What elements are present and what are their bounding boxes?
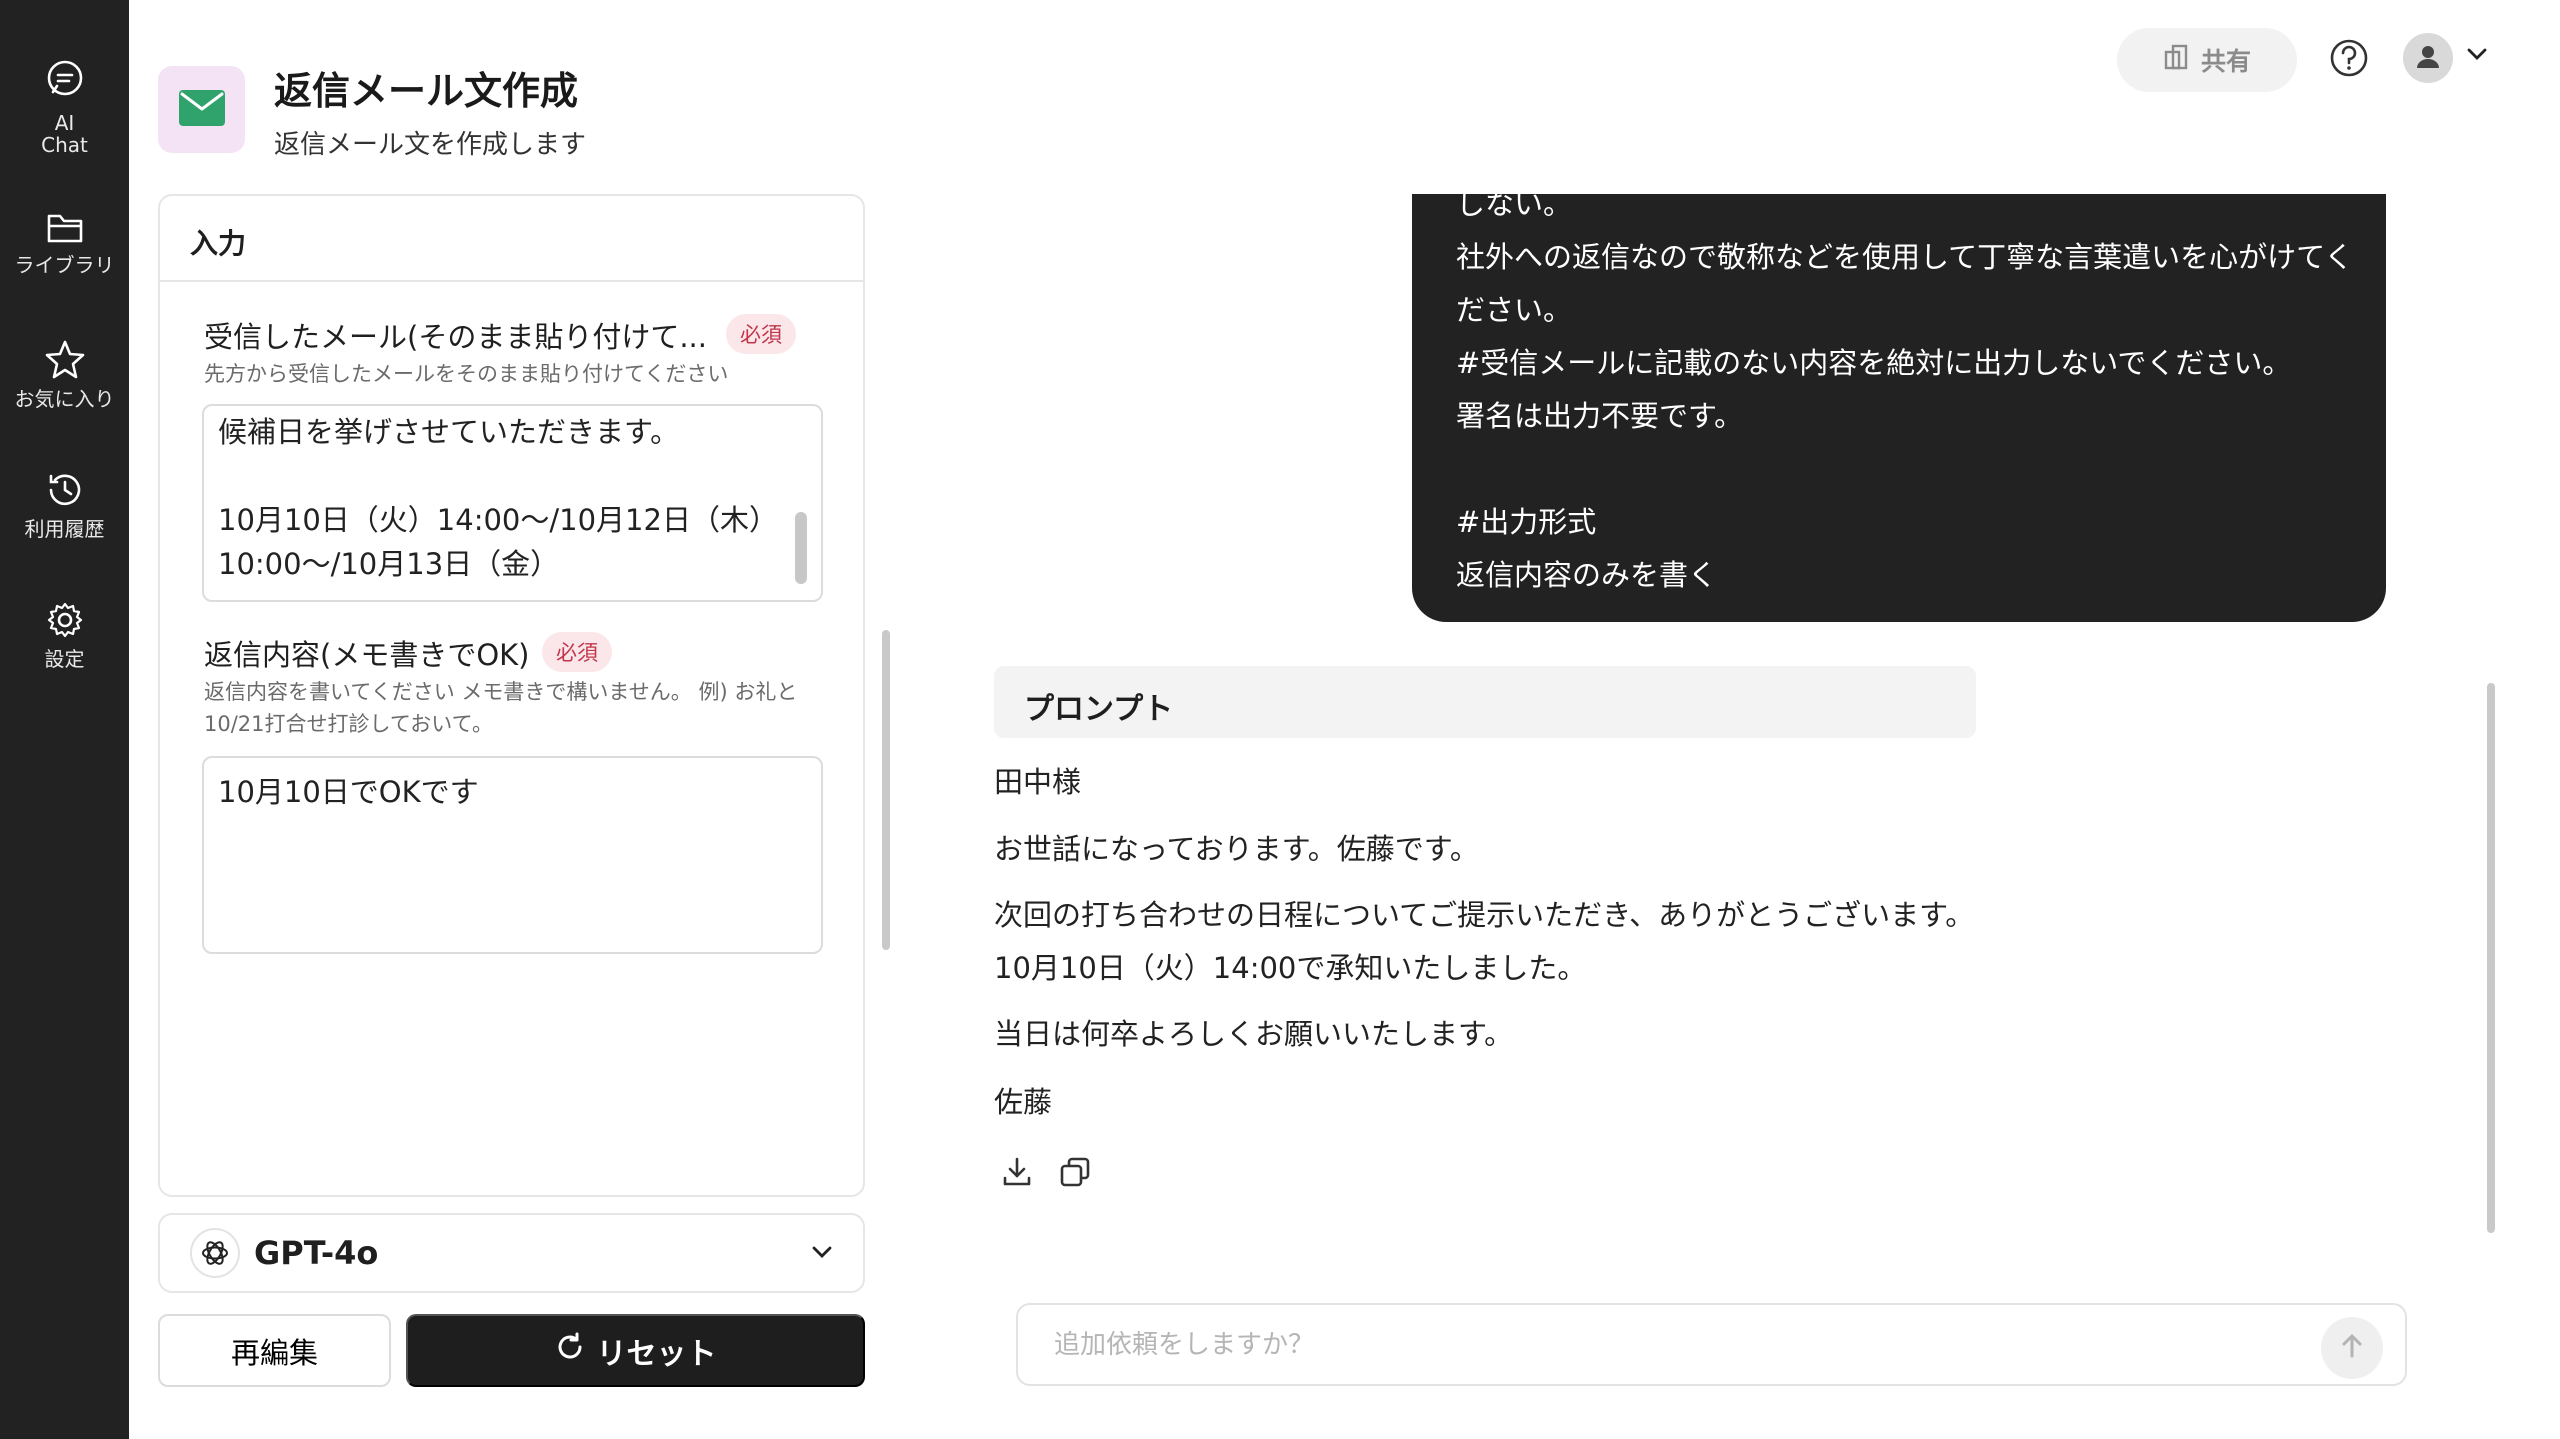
message-line: #出力形式 [1456,505,1597,539]
sidebar-label-line: Chat [41,133,88,157]
share-label: 共有 [2200,47,2251,76]
reply-content-hint: 返信内容を書いてください メモ書きで構いません。 例) お礼と 10/21打合せ… [204,676,797,740]
response-body-line: 10月10日（火）14:00で承知いたしました。 [994,951,1587,985]
received-mail-label: 受信したメール(そのまま貼り付けて... [204,320,707,354]
sidebar-item-label: 利用履歴 [24,517,105,541]
star-icon [0,338,129,380]
help-icon[interactable] [2329,38,2369,82]
history-icon [0,470,129,510]
share-button[interactable]: 共有 [2117,28,2297,92]
textarea-value: 10月10日でOKです [218,775,479,809]
reset-button[interactable]: リセット [406,1314,865,1387]
sidebar-item-ai-chat[interactable]: AI Chat [0,58,129,156]
reply-content-label: 返信内容(メモ書きでOK) [204,638,530,672]
mail-icon [178,89,225,130]
sidebar-label-line: AI [54,111,75,135]
gear-icon [0,600,129,640]
page-title: 返信メール文作成 [274,69,579,113]
required-badge: 必須 [542,632,612,672]
chevron-down-icon[interactable] [2466,46,2488,65]
response-greeting: 田中様 [994,765,1082,799]
app-icon [158,66,245,153]
reedit-button[interactable]: 再編集 [158,1314,391,1387]
message-line: ださい。 [1456,293,1573,327]
required-badge: 必須 [726,314,796,354]
response-closing: 当日は何卒よろしくお願いいたします。 [994,1017,1514,1051]
sidebar-item-history[interactable]: 利用履歴 [0,470,129,540]
openai-logo-icon [190,1228,240,1278]
composer [1016,1303,2407,1386]
chevron-down-icon [811,1244,833,1263]
message-line [1456,443,2342,496]
model-select[interactable]: GPT-4o [158,1213,865,1293]
copy-icon[interactable] [1058,1155,1092,1193]
sidebar-item-label: 設定 [44,647,85,671]
chat-icon [0,58,129,98]
textarea-line: 10月10日（火）14:00〜/10月12日（木） [218,503,778,537]
sidebar-item-label: お気に入り [14,387,115,411]
textarea-blank-line [218,454,807,498]
page-subtitle: 返信メール文を作成します [274,130,587,160]
user-icon [2415,43,2441,73]
scrollbar[interactable] [2487,683,2495,1233]
send-button[interactable] [2321,1317,2383,1379]
refresh-icon [555,1332,585,1370]
message-line: #受信メールに記載のない内容を絶対に出力しないでください。 [1456,346,2292,380]
sidebar-item-label: AI Chat [0,112,129,156]
reply-content-textarea[interactable]: 10月10日でOKです [202,756,823,954]
message-line: 返信内容のみを書く [1456,558,1718,592]
folder-icon [0,210,129,246]
model-name: GPT-4o [254,1234,379,1272]
scrollbar[interactable] [882,630,890,950]
message-line: 社外への返信なので敬称などを使用して丁寧な言葉遣いを心がけてく [1456,240,2354,274]
sidebar-item-label: ライブラリ [14,253,115,277]
response-intro: お世話になっております。佐藤です。 [994,832,1479,866]
sidebar: AI Chat ライブラリ お気に入り 利用履歴 設定 [0,0,129,1439]
message-line: 署名は出力不要です。 [1456,399,1744,433]
textarea-line: 10:00〜/10月13日（金） [218,547,560,581]
prompt-header: プロンプト [994,666,1976,738]
sidebar-item-settings[interactable]: 設定 [0,600,129,670]
sidebar-item-favorites[interactable]: お気に入り [0,338,129,410]
reset-label: リセット [596,1337,717,1371]
received-mail-textarea[interactable]: 候補日を挙げさせていただきます。 10月10日（火）14:00〜/10月12日（… [202,404,823,602]
received-mail-hint: 先方から受信したメールをそのまま貼り付けてください [204,362,729,386]
input-panel: 入力 受信したメール(そのまま貼り付けて... 必須 先方から受信したメールをそ… [158,194,865,1197]
response-body-line: 次回の打ち合わせの日程についてご提示いただき、ありがとうございます。 [994,898,1975,932]
input-panel-title: 入力 [160,196,863,282]
hint-line: 10/21打合せ打診しておいて。 [204,712,493,736]
user-message-bubble: しない。 社外への返信なので敬称などを使用して丁寧な言葉遣いを心がけてく ださい… [1412,194,2386,622]
share-icon [2163,44,2189,76]
message-line: しない。 [1456,194,1573,221]
response-signature: 佐藤 [994,1085,1053,1119]
download-icon[interactable] [1000,1155,1034,1193]
arrow-up-icon [2338,1332,2366,1364]
textarea-line: 候補日を挙げさせていただきます。 [218,415,680,449]
user-message-text: しない。 社外への返信なので敬称などを使用して丁寧な言葉遣いを心がけてく ださい… [1456,194,2354,602]
hint-line: 返信内容を書いてください メモ書きで構いません。 例) お礼と [204,680,798,704]
textarea-scrollbar[interactable] [795,512,807,584]
sidebar-item-library[interactable]: ライブラリ [0,210,129,276]
avatar[interactable] [2403,33,2453,83]
follow-up-input[interactable] [1054,1329,2369,1360]
